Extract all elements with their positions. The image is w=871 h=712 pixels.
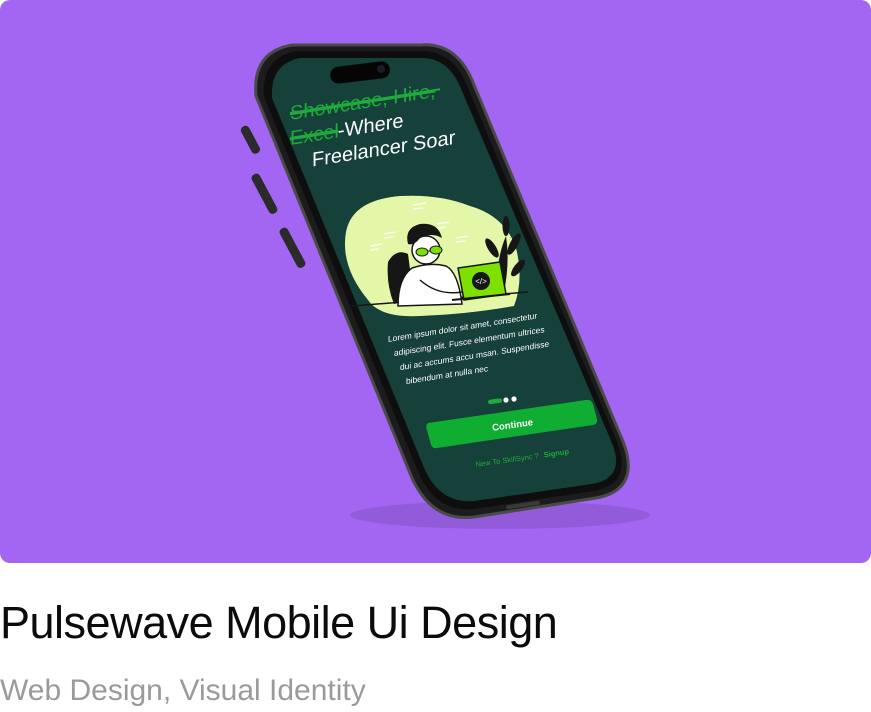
project-card[interactable]: Showcase, Hire, Excel -Where Freelancer … (0, 0, 871, 712)
pager-dot (503, 397, 509, 403)
laptop-code-label: </> (475, 277, 487, 286)
project-tags: Web Design, Visual Identity (0, 674, 366, 707)
pager-dot (511, 396, 517, 402)
project-hero-image[interactable]: Showcase, Hire, Excel -Where Freelancer … (0, 0, 871, 563)
phone-mockup: Showcase, Hire, Excel -Where Freelancer … (0, 0, 871, 563)
project-title[interactable]: Pulsewave Mobile Ui Design (0, 598, 558, 648)
